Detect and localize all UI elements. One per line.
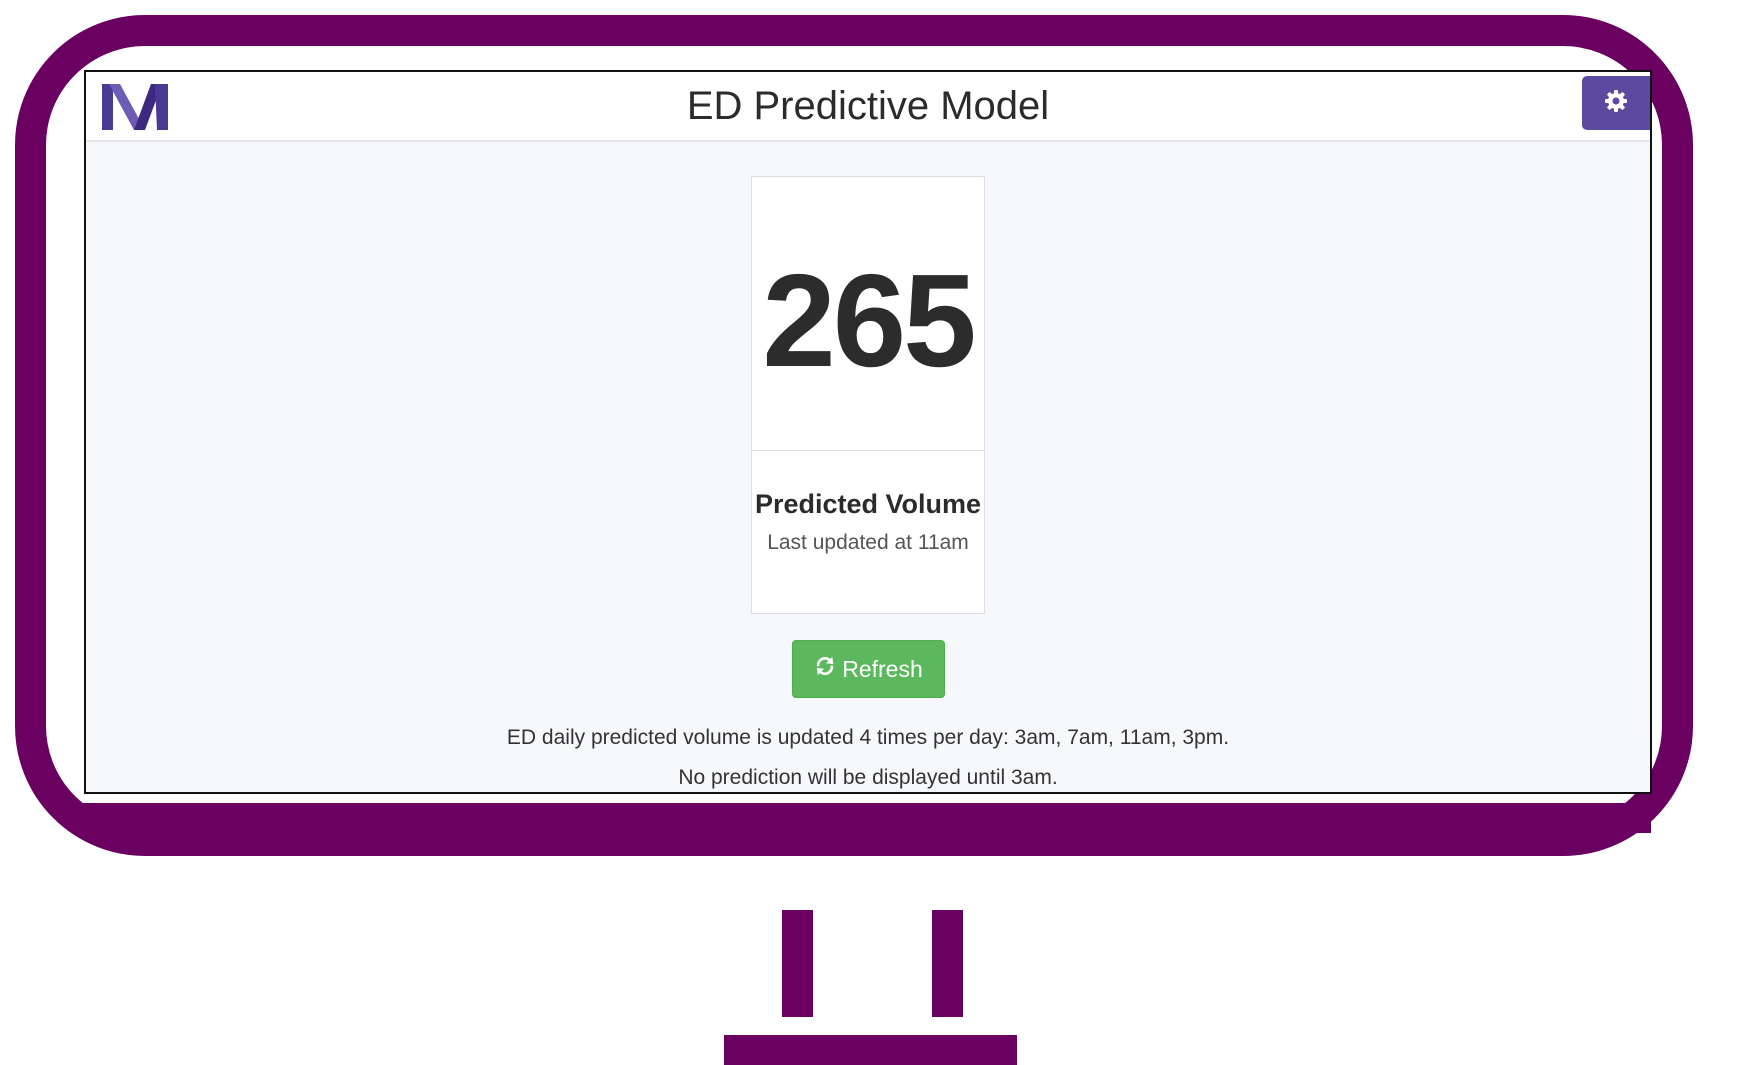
refresh-label: Refresh	[842, 655, 923, 682]
refresh-icon	[814, 655, 836, 683]
no-prediction-notice: No prediction will be displayed until 3a…	[678, 766, 1058, 789]
app-screen: ED Predictive Model 265 Predicted Volume…	[84, 70, 1652, 794]
settings-button[interactable]	[1582, 76, 1650, 130]
refresh-button[interactable]: Refresh	[792, 640, 945, 698]
last-updated-text: Last updated at 11am	[767, 531, 969, 554]
predicted-volume-value: 265	[762, 247, 976, 394]
predicted-volume-label: Predicted Volume	[754, 489, 982, 519]
update-schedule-text: ED daily predicted volume is updated 4 t…	[506, 726, 1230, 749]
monitor-stand-post-left	[782, 910, 813, 1017]
monitor-stand-post-right	[932, 910, 963, 1017]
monitor-ledge	[82, 803, 1651, 833]
monitor-stand-base	[724, 1035, 1017, 1065]
page-title: ED Predictive Model	[686, 84, 1050, 128]
gear-icon	[1603, 88, 1629, 119]
prediction-card: 265 Predicted Volume Last updated at 11a…	[751, 176, 985, 614]
prediction-value-area: 265	[752, 177, 984, 451]
app-header: ED Predictive Model	[86, 72, 1650, 142]
